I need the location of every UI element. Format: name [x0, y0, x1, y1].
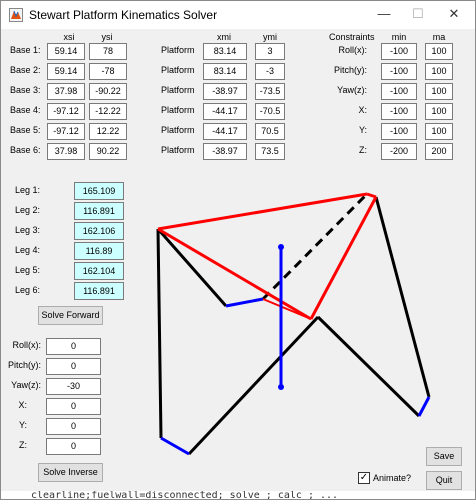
animate-checkbox[interactable]: ✓	[358, 472, 370, 484]
leg-line-1	[156, 228, 163, 439]
quit-button[interactable]: Quit	[426, 471, 462, 490]
base-edge-2	[225, 297, 264, 308]
base-edge-3	[417, 396, 431, 417]
stewart-platform-drawing	[156, 192, 431, 456]
leg-line-2	[156, 228, 228, 307]
z-axis-top-point	[278, 244, 284, 250]
leg-line-5	[374, 196, 431, 398]
platform-edge-1	[157, 192, 368, 231]
platform-edge-5	[262, 298, 312, 320]
app-window: Stewart Platform Kinematics Solver — ☐ ✕…	[0, 0, 476, 500]
platform-edge-3	[309, 196, 378, 320]
kinematics-plot	[156, 192, 431, 456]
leg-line-4	[316, 315, 421, 418]
platform-edge-4	[366, 192, 377, 199]
base-edge-1	[160, 436, 190, 456]
animate-label: Animate?	[373, 473, 412, 483]
background-code-strip: clearline;fuelwall=disconnected; solve ;…	[1, 491, 475, 499]
leg-line-3	[187, 315, 320, 456]
save-button[interactable]: Save	[426, 447, 462, 466]
z-axis-bottom-point	[278, 384, 284, 390]
